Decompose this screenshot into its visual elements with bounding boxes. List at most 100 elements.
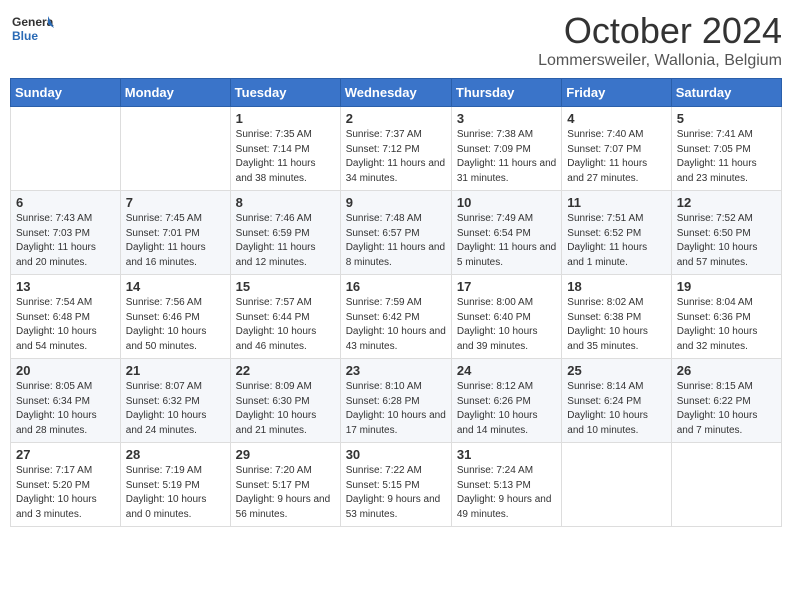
calendar-cell: 6 Sunrise: 7:43 AM Sunset: 7:03 PM Daylig… [11,191,121,275]
day-number: 13 [16,279,115,294]
day-info: Sunrise: 7:40 AM Sunset: 7:07 PM Dayligh… [567,128,665,186]
calendar-cell: 18Sunrise: 8:02 AM Sunset: 6:38 PM Dayli… [562,275,671,359]
weekday-header-saturday: Saturday [671,79,781,107]
calendar-cell: 23 Sunrise: 8:10 AM Sunset: 6:28 PM Dayli… [340,359,451,443]
week-row-5: 27 Sunrise: 7:17 AM Sunset: 5:20 PM Dayli… [11,443,782,527]
svg-text:Blue: Blue [12,29,38,43]
day-info: Sunrise: 7:45 AM Sunset: 7:01 PM Dayligh… [126,212,225,270]
calendar-cell: 24 Sunrise: 8:12 AM Sunset: 6:26 PM Dayli… [451,359,561,443]
day-number: 25 [567,363,665,378]
calendar-cell: 12Sunrise: 7:52 AM Sunset: 6:50 PM Dayli… [671,191,781,275]
day-info: Sunrise: 8:02 AM Sunset: 6:38 PM Dayligh… [567,296,665,354]
day-info: Sunrise: 7:38 AM Sunset: 7:09 PM Dayligh… [457,128,556,186]
header: General Blue October 2024 Lommersweiler,… [10,10,782,70]
day-number: 1 [236,111,335,126]
calendar-cell: 22Sunrise: 8:09 AM Sunset: 6:30 PM Dayli… [230,359,340,443]
day-number: 27 [16,447,115,462]
weekday-header-row: SundayMondayTuesdayWednesdayThursdayFrid… [11,79,782,107]
calendar-cell: 30 Sunrise: 7:22 AM Sunset: 5:15 PM Dayli… [340,443,451,527]
day-info: Sunrise: 8:00 AM Sunset: 6:40 PM Dayligh… [457,296,556,354]
day-number: 9 [346,195,446,210]
day-info: Sunrise: 8:05 AM Sunset: 6:34 PM Dayligh… [16,380,115,438]
day-info: Sunrise: 7:49 AM Sunset: 6:54 PM Dayligh… [457,212,556,270]
calendar-cell: 21 Sunrise: 8:07 AM Sunset: 6:32 PM Dayli… [120,359,230,443]
calendar-cell: 1 Sunrise: 7:35 AM Sunset: 7:14 PM Daylig… [230,107,340,191]
day-info: Sunrise: 7:19 AM Sunset: 5:19 PM Dayligh… [126,464,225,522]
day-number: 8 [236,195,335,210]
calendar-cell: 11 Sunrise: 7:51 AM Sunset: 6:52 PM Dayli… [562,191,671,275]
week-row-2: 6 Sunrise: 7:43 AM Sunset: 7:03 PM Daylig… [11,191,782,275]
day-info: Sunrise: 7:52 AM Sunset: 6:50 PM Dayligh… [677,212,776,270]
calendar-cell: 13 Sunrise: 7:54 AM Sunset: 6:48 PM Dayli… [11,275,121,359]
weekday-header-sunday: Sunday [11,79,121,107]
calendar-cell: 2Sunrise: 7:37 AM Sunset: 7:12 PM Daylig… [340,107,451,191]
day-info: Sunrise: 7:20 AM Sunset: 5:17 PM Dayligh… [236,464,335,522]
calendar-cell: 10 Sunrise: 7:49 AM Sunset: 6:54 PM Dayli… [451,191,561,275]
day-number: 14 [126,279,225,294]
day-info: Sunrise: 7:46 AM Sunset: 6:59 PM Dayligh… [236,212,335,270]
day-number: 29 [236,447,335,462]
weekday-header-wednesday: Wednesday [340,79,451,107]
day-info: Sunrise: 7:59 AM Sunset: 6:42 PM Dayligh… [346,296,446,354]
calendar-cell: 8 Sunrise: 7:46 AM Sunset: 6:59 PM Daylig… [230,191,340,275]
day-info: Sunrise: 7:57 AM Sunset: 6:44 PM Dayligh… [236,296,335,354]
calendar-table: SundayMondayTuesdayWednesdayThursdayFrid… [10,78,782,527]
day-info: Sunrise: 7:24 AM Sunset: 5:13 PM Dayligh… [457,464,556,522]
calendar-cell: 15 Sunrise: 7:57 AM Sunset: 6:44 PM Dayli… [230,275,340,359]
day-number: 11 [567,195,665,210]
day-info: Sunrise: 7:22 AM Sunset: 5:15 PM Dayligh… [346,464,446,522]
calendar-cell: 17 Sunrise: 8:00 AM Sunset: 6:40 PM Dayli… [451,275,561,359]
day-number: 21 [126,363,225,378]
weekday-header-friday: Friday [562,79,671,107]
day-info: Sunrise: 7:43 AM Sunset: 7:03 PM Dayligh… [16,212,115,270]
calendar-cell [11,107,121,191]
calendar-cell: 19 Sunrise: 8:04 AM Sunset: 6:36 PM Dayli… [671,275,781,359]
logo: General Blue [10,10,54,54]
calendar-cell: 16 Sunrise: 7:59 AM Sunset: 6:42 PM Dayli… [340,275,451,359]
day-number: 6 [16,195,115,210]
calendar-cell: 5 Sunrise: 7:41 AM Sunset: 7:05 PM Daylig… [671,107,781,191]
day-info: Sunrise: 7:17 AM Sunset: 5:20 PM Dayligh… [16,464,115,522]
calendar-cell: 3Sunrise: 7:38 AM Sunset: 7:09 PM Daylig… [451,107,561,191]
day-number: 22 [236,363,335,378]
calendar-cell: 4 Sunrise: 7:40 AM Sunset: 7:07 PM Daylig… [562,107,671,191]
day-info: Sunrise: 7:56 AM Sunset: 6:46 PM Dayligh… [126,296,225,354]
calendar-cell: 27 Sunrise: 7:17 AM Sunset: 5:20 PM Dayli… [11,443,121,527]
day-number: 24 [457,363,556,378]
calendar-cell [562,443,671,527]
day-number: 23 [346,363,446,378]
day-number: 28 [126,447,225,462]
day-number: 31 [457,447,556,462]
day-info: Sunrise: 8:04 AM Sunset: 6:36 PM Dayligh… [677,296,776,354]
calendar-cell: 25 Sunrise: 8:14 AM Sunset: 6:24 PM Dayli… [562,359,671,443]
day-info: Sunrise: 8:07 AM Sunset: 6:32 PM Dayligh… [126,380,225,438]
day-info: Sunrise: 8:12 AM Sunset: 6:26 PM Dayligh… [457,380,556,438]
day-number: 16 [346,279,446,294]
month-title: October 2024 [538,10,782,52]
day-number: 30 [346,447,446,462]
day-number: 4 [567,111,665,126]
day-number: 20 [16,363,115,378]
calendar-cell: 29 Sunrise: 7:20 AM Sunset: 5:17 PM Dayli… [230,443,340,527]
calendar-cell [671,443,781,527]
day-info: Sunrise: 8:10 AM Sunset: 6:28 PM Dayligh… [346,380,446,438]
day-info: Sunrise: 7:41 AM Sunset: 7:05 PM Dayligh… [677,128,776,186]
day-number: 19 [677,279,776,294]
day-number: 10 [457,195,556,210]
day-number: 15 [236,279,335,294]
week-row-1: 1 Sunrise: 7:35 AM Sunset: 7:14 PM Daylig… [11,107,782,191]
day-number: 5 [677,111,776,126]
day-info: Sunrise: 7:51 AM Sunset: 6:52 PM Dayligh… [567,212,665,270]
day-number: 7 [126,195,225,210]
logo-svg: General Blue [10,10,54,54]
calendar-cell: 31 Sunrise: 7:24 AM Sunset: 5:13 PM Dayli… [451,443,561,527]
day-number: 17 [457,279,556,294]
calendar-cell: 7 Sunrise: 7:45 AM Sunset: 7:01 PM Daylig… [120,191,230,275]
weekday-header-thursday: Thursday [451,79,561,107]
day-info: Sunrise: 7:35 AM Sunset: 7:14 PM Dayligh… [236,128,335,186]
week-row-3: 13 Sunrise: 7:54 AM Sunset: 6:48 PM Dayli… [11,275,782,359]
day-info: Sunrise: 8:14 AM Sunset: 6:24 PM Dayligh… [567,380,665,438]
day-info: Sunrise: 7:37 AM Sunset: 7:12 PM Dayligh… [346,128,446,186]
calendar-cell: 26Sunrise: 8:15 AM Sunset: 6:22 PM Dayli… [671,359,781,443]
day-info: Sunrise: 7:54 AM Sunset: 6:48 PM Dayligh… [16,296,115,354]
